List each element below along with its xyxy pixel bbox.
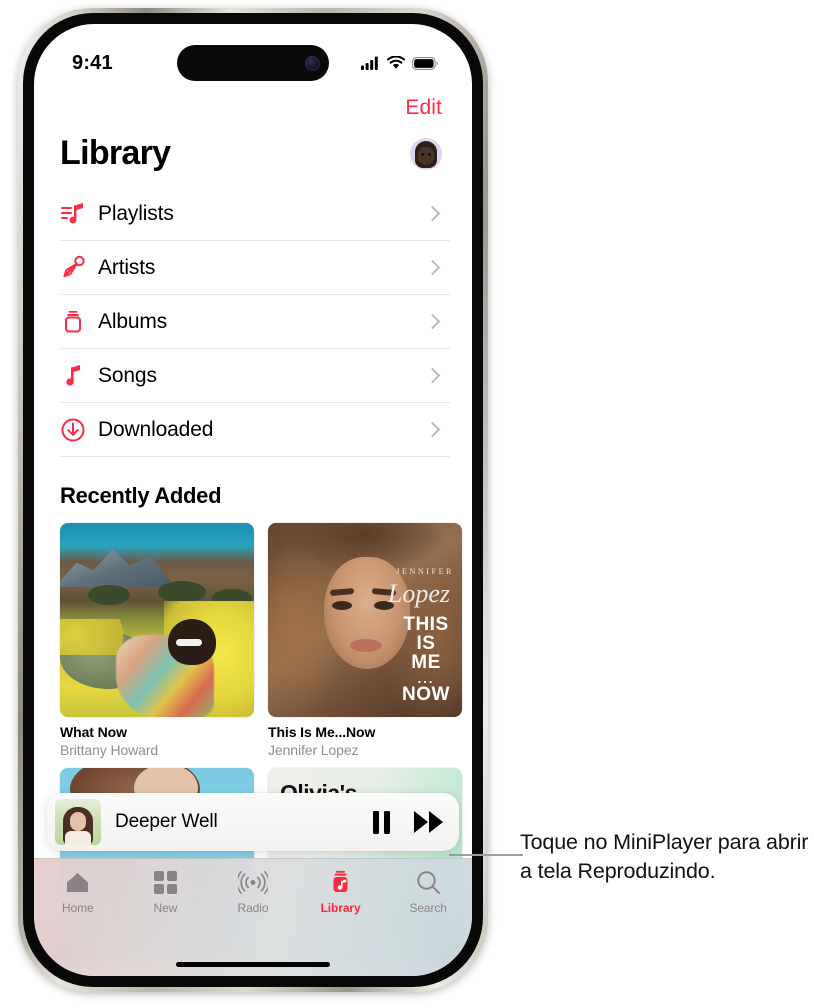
recently-added-heading: Recently Added [60, 483, 222, 508]
chevron-right-icon [424, 313, 441, 330]
tab-library[interactable]: Library [297, 869, 385, 915]
page-title: Library [60, 134, 171, 172]
avatar-eye-left [421, 152, 424, 156]
avatar-eye-right [428, 152, 431, 156]
battery-icon [412, 56, 438, 70]
library-row-downloaded[interactable]: Downloaded [60, 403, 450, 457]
album-card-this-is-me-now[interactable]: JENNIFER Lopez THIS IS ME ... NOW This I… [268, 523, 462, 758]
edit-button[interactable]: Edit [405, 96, 442, 120]
bush-shape [88, 585, 130, 605]
fast-forward-button[interactable] [414, 811, 443, 833]
pause-button[interactable] [373, 810, 390, 834]
microphone-icon [60, 255, 98, 281]
album-card-what-now[interactable]: What Now Brittany Howard [60, 523, 254, 758]
artwork-title-line4: NOW [402, 684, 450, 705]
callout-annotation: Toque no MiniPlayer para abrir a tela Re… [520, 828, 810, 886]
tab-radio[interactable]: Radio [209, 869, 297, 915]
chevron-right-icon [424, 259, 441, 276]
sunglasses-shape [176, 639, 202, 646]
album-artist: Brittany Howard [60, 742, 159, 758]
wifi-icon [387, 56, 405, 69]
artwork-title-line2: IS [416, 633, 436, 654]
portrait-eye-left [332, 601, 352, 610]
album-title: This Is Me...Now [268, 724, 376, 740]
title-row: Library [34, 120, 472, 173]
miniplayer-artwork [55, 799, 101, 845]
playlist-note-icon [60, 201, 98, 227]
mountain-shape [60, 549, 175, 587]
library-row-albums[interactable]: Albums [60, 295, 450, 349]
library-row-label: Playlists [98, 201, 174, 225]
home-indicator[interactable] [176, 962, 330, 967]
artwork-title-line1: THIS [403, 614, 449, 635]
miniplayer-track-title: Deeper Well [115, 811, 218, 832]
artwork-face [70, 812, 86, 831]
library-stack-icon [328, 869, 353, 896]
callout-text: Toque no MiniPlayer para abrir a tela Re… [520, 830, 809, 883]
phone-bezel: 9:41 Edit Library Playlists Artists Albu… [23, 13, 483, 987]
miniplayer[interactable]: Deeper Well [47, 793, 459, 851]
tab-label: Library [320, 901, 361, 915]
tab-home[interactable]: Home [34, 869, 122, 915]
artwork-artist-name: JENNIFER [396, 567, 454, 576]
tab-label: Search [409, 901, 447, 915]
download-arrow-icon [60, 417, 98, 443]
desert-wildflowers-artwork [60, 523, 254, 717]
jennifer-lopez-portrait-artwork: JENNIFER Lopez THIS IS ME ... NOW [268, 523, 462, 717]
chevron-right-icon [424, 421, 441, 438]
status-indicators [361, 56, 438, 70]
chevron-right-icon [424, 205, 441, 222]
pause-icon [373, 810, 390, 834]
magnifier-icon [416, 869, 441, 896]
miniplayer-controls [373, 810, 443, 834]
tab-label: Home [61, 901, 94, 915]
music-note-icon [60, 363, 98, 389]
grid-squares-icon [153, 869, 177, 896]
bush-shape [158, 581, 206, 603]
tab-new[interactable]: New [122, 869, 210, 915]
artwork-body [65, 831, 91, 845]
phone-screen: 9:41 Edit Library Playlists Artists Albu… [34, 24, 472, 976]
fast-forward-icon [414, 811, 443, 833]
callout-leader-line [449, 854, 523, 856]
album-title: What Now [60, 724, 127, 740]
broadcast-waves-icon [237, 869, 268, 896]
dynamic-island[interactable] [177, 45, 329, 81]
library-row-playlists[interactable]: Playlists [60, 187, 450, 241]
tab-bar: Home New Radio Library Search [34, 858, 472, 976]
library-row-label: Albums [98, 309, 168, 333]
status-clock: 9:41 [72, 51, 113, 74]
library-row-artists[interactable]: Artists [60, 241, 450, 295]
library-row-label: Artists [98, 255, 156, 279]
chevron-right-icon [424, 367, 441, 384]
library-row-label: Songs [98, 363, 157, 387]
artwork-title-block: THIS IS ME ... NOW [400, 615, 452, 704]
library-row-label: Downloaded [98, 417, 214, 441]
iphone-device-frame: 9:41 Edit Library Playlists Artists Albu… [18, 8, 488, 992]
screenshot-stage: 9:41 Edit Library Playlists Artists Albu… [0, 0, 814, 1008]
tab-label: New [153, 901, 178, 915]
portrait-lips [350, 639, 382, 652]
artwork-title-line3: ME [411, 652, 441, 673]
cellular-signal-icon [361, 56, 378, 70]
account-avatar[interactable] [410, 137, 442, 170]
library-category-list: Playlists Artists Albums Songs Downloade… [60, 187, 472, 457]
album-artist: Jennifer Lopez [268, 742, 359, 758]
house-icon [65, 869, 90, 896]
avatar-face [418, 146, 434, 165]
library-row-songs[interactable]: Songs [60, 349, 450, 403]
front-camera-icon [305, 55, 320, 71]
artwork-script-logo: Lopez [387, 579, 450, 608]
tab-search[interactable]: Search [384, 869, 472, 915]
tab-label: Radio [237, 901, 269, 915]
album-stack-icon [60, 309, 98, 335]
